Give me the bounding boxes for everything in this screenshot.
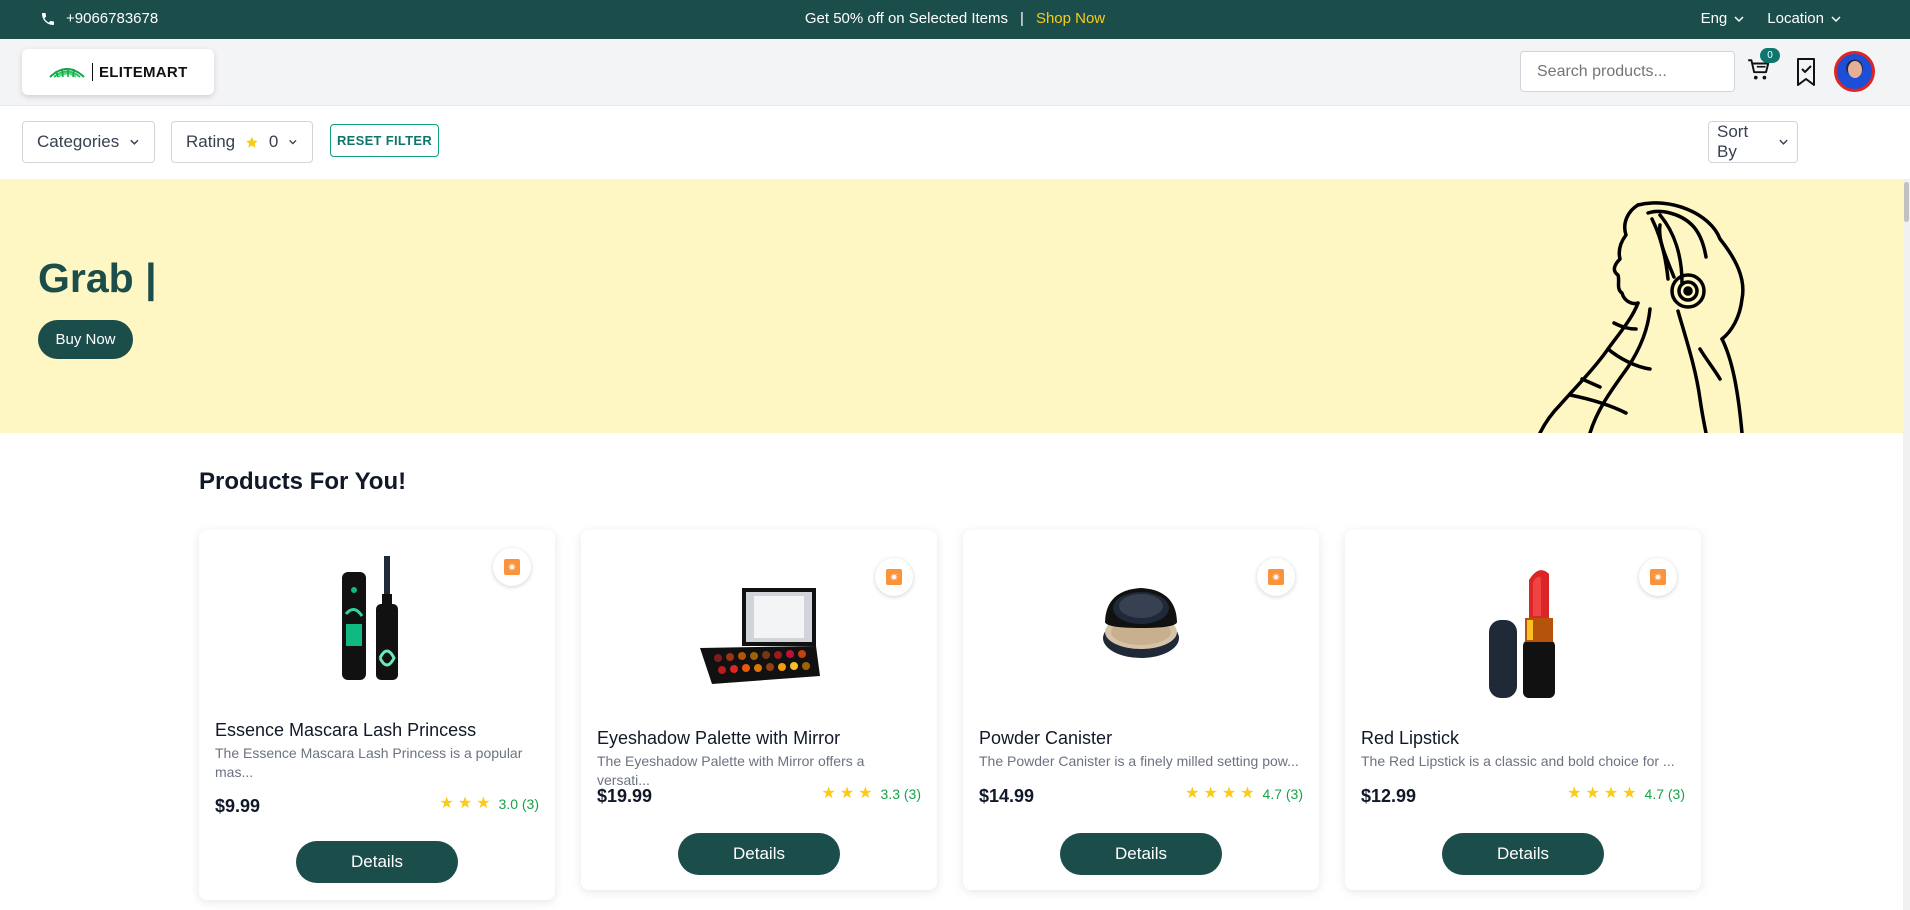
language-label: Eng [1700, 10, 1728, 27]
categories-label: Categories [37, 132, 120, 151]
star-icon: ★ [821, 785, 836, 802]
product-description: The Essence Mascara Lash Princess is a p… [215, 745, 523, 780]
promo-banner: Get 50% off on Selected Items | Shop Now [0, 10, 1910, 27]
chevron-down-icon [1831, 15, 1841, 22]
shop-now-link[interactable]: Shop Now [1036, 10, 1105, 27]
product-image[interactable] [1345, 562, 1701, 702]
product-price: $9.99 [215, 796, 261, 816]
eyeshadow-palette-image [700, 588, 820, 684]
details-button[interactable]: Details [296, 841, 458, 883]
product-card[interactable]: ✷ Red Lipstick The Red Lipstick is a cla… [1345, 530, 1701, 890]
star-icon: ★ [476, 795, 491, 812]
product-rating: ★ ★ ★ ★ 4.7 (3) [1185, 785, 1303, 803]
scrollbar-track[interactable] [1903, 179, 1910, 910]
star-icon: ★ [858, 785, 873, 802]
wishlist-button[interactable] [1794, 57, 1820, 87]
logo-divider [92, 63, 93, 81]
chevron-down-icon [1779, 139, 1788, 145]
details-button[interactable]: Details [1442, 833, 1604, 875]
hero-title: Grab | [38, 255, 157, 301]
star-icon: ★ [1622, 785, 1637, 802]
star-icon: ★ [1585, 785, 1600, 802]
star-icon: ★ [1203, 785, 1218, 802]
product-price: $19.99 [597, 786, 653, 806]
scrollbar-thumb[interactable] [1904, 182, 1909, 222]
hero-banner: Grab | Buy Now [0, 179, 1903, 433]
logo-mark-icon [49, 68, 85, 78]
user-avatar[interactable] [1834, 51, 1875, 92]
product-image[interactable] [581, 580, 937, 700]
product-price: $12.99 [1361, 786, 1417, 806]
promo-separator: | [1020, 10, 1024, 27]
product-name[interactable]: Powder Canister [979, 728, 1112, 749]
product-description: The Powder Canister is a finely milled s… [979, 753, 1299, 769]
product-image[interactable] [199, 554, 555, 684]
promo-text: Get 50% off on Selected Items [804, 10, 1009, 27]
search-input[interactable] [1520, 51, 1735, 92]
product-card[interactable]: ✷ Powder Canister The Powder Canister is… [963, 530, 1319, 890]
rating-label: Rating [186, 132, 236, 151]
rating-text: 3.3 (3) [880, 786, 921, 802]
details-button[interactable]: Details [678, 833, 840, 875]
star-icon [246, 136, 258, 148]
language-selector[interactable]: Eng [1701, 10, 1746, 27]
filter-bar: Categories Rating 0 RESET FILTER Sort By [0, 106, 1910, 179]
details-button[interactable]: Details [1060, 833, 1222, 875]
rating-dropdown[interactable]: Rating 0 [171, 121, 313, 163]
product-rating: ★ ★ ★ 3.3 (3) [821, 785, 922, 803]
reset-filter-button[interactable]: RESET FILTER [330, 124, 439, 157]
rating-value: 0 [268, 132, 279, 151]
main-header: ELITEMART 0 [0, 39, 1910, 106]
product-rating: ★ ★ ★ ★ 4.7 (3) [1567, 785, 1685, 803]
bookmark-icon [1797, 58, 1815, 86]
product-name[interactable]: Red Lipstick [1361, 728, 1459, 749]
product-name[interactable]: Essence Mascara Lash Princess [215, 720, 476, 741]
star-icon: ★ [839, 785, 855, 802]
product-description: The Red Lipstick is a classic and bold c… [1361, 753, 1675, 769]
rating-text: 4.7 (3) [1262, 786, 1303, 802]
cart-count-badge: 0 [1760, 48, 1780, 63]
buy-now-button[interactable]: Buy Now [38, 320, 133, 359]
star-icon: ★ [1567, 785, 1582, 802]
sort-dropdown[interactable]: Sort By [1708, 121, 1798, 163]
star-icon: ★ [439, 795, 454, 812]
chevron-down-icon [1734, 15, 1744, 22]
mascara-image [342, 556, 398, 680]
logo-text: ELITEMART [99, 63, 188, 81]
product-price: $14.99 [979, 786, 1035, 806]
product-image[interactable] [963, 580, 1319, 700]
product-name[interactable]: Eyeshadow Palette with Mirror [597, 728, 840, 749]
headphone-illustration [1538, 201, 1745, 433]
powder-canister-image [1103, 588, 1179, 658]
avatar-face [1848, 61, 1862, 78]
logo[interactable]: ELITEMART [22, 49, 214, 95]
sort-label: Sort By [1717, 122, 1749, 161]
rating-text: 4.7 (3) [1644, 786, 1685, 802]
star-icon: ★ [1240, 785, 1255, 802]
star-icon: ★ [457, 795, 473, 812]
product-card[interactable]: ✷ Essence Mascara Lash Princess The Esse… [199, 530, 555, 900]
chevron-down-icon [289, 139, 297, 145]
cart-button[interactable]: 0 [1746, 48, 1780, 87]
star-icon: ★ [1603, 785, 1619, 802]
location-label: Location [1767, 10, 1824, 27]
product-card[interactable]: ✷ Eyeshadow Palette with Mirror The Eyes… [581, 530, 937, 890]
top-announcement-bar: +9066783678 Get 50% off on Selected Item… [0, 0, 1910, 39]
section-title: Products For You! [199, 468, 407, 495]
location-selector[interactable]: Location [1767, 10, 1842, 27]
rating-text: 3.0 (3) [498, 796, 539, 812]
star-icon: ★ [1185, 785, 1200, 802]
categories-dropdown[interactable]: Categories [22, 121, 155, 163]
star-icon: ★ [1221, 785, 1237, 802]
product-rating: ★ ★ ★ 3.0 (3) [439, 795, 540, 813]
chevron-down-icon [130, 139, 139, 145]
red-lipstick-image [1489, 570, 1555, 698]
